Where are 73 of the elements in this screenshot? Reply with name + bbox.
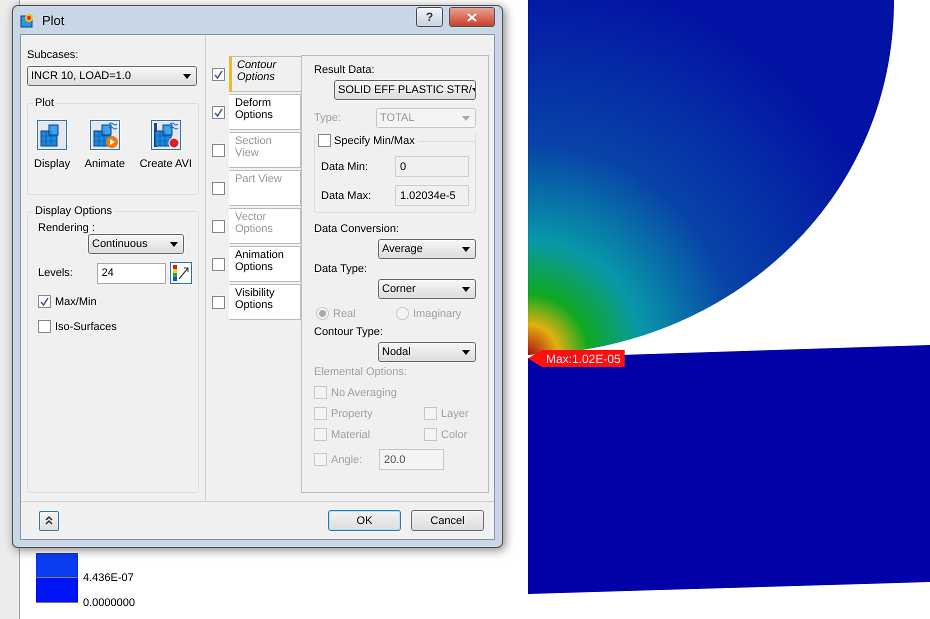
caret-icon [462, 350, 470, 354]
checkbox[interactable] [38, 320, 51, 333]
data-max-label: Data Max: [321, 190, 372, 202]
double-chevron-up-icon [45, 516, 53, 525]
color-scale-icon [172, 264, 190, 282]
levels-label: Levels: [38, 267, 74, 279]
result-data-dropdown[interactable]: SOLID EFF PLASTIC STR/ [334, 80, 476, 100]
checkmark-icon [40, 297, 49, 306]
checkmark-icon [214, 108, 223, 116]
legend-value: 4.436E-07 [83, 572, 134, 584]
window-title: Plot [42, 12, 66, 28]
tab-checkbox[interactable] [212, 296, 225, 308]
checkbox-label: No Averaging [331, 386, 397, 398]
checkmark-icon [214, 70, 223, 78]
plot-action-button[interactable]: Display [34, 120, 70, 170]
caret-icon [170, 242, 178, 246]
rendering-dropdown[interactable]: Continuous [88, 234, 184, 254]
checkbox-label: Specify Min/Max [334, 134, 415, 146]
cube-icon [37, 120, 68, 150]
options-tab[interactable]: Animation Options [229, 246, 301, 282]
checkbox-label: Layer [441, 408, 469, 420]
tab-checkbox[interactable] [212, 258, 225, 270]
plot-action-button[interactable]: Animate [84, 120, 126, 170]
type-label: Type: [314, 112, 341, 124]
checkbox-label: Property [331, 408, 373, 420]
checkbox-label: Material [331, 428, 370, 440]
result-data-label: Result Data: [314, 64, 376, 76]
plot-action-button[interactable]: Create AVI [140, 120, 192, 170]
data-min-field[interactable]: 0 [395, 156, 469, 177]
data-min-label: Data Min: [321, 160, 370, 172]
options-tab[interactable]: Contour Options [229, 56, 301, 92]
data-type-dropdown[interactable]: Corner [378, 279, 476, 299]
elemental-options-label: Elemental Options: [314, 366, 408, 378]
caret-icon [183, 74, 191, 78]
group-title: Plot [33, 97, 56, 109]
checkbox-label: Angle: [331, 454, 364, 466]
subcases-label: Subcases: [27, 49, 80, 61]
tab-checkbox[interactable] [212, 68, 225, 80]
checkbox-label: Color [441, 428, 468, 440]
help-button[interactable]: ? [416, 7, 443, 27]
data-conversion-label: Data Conversion: [314, 223, 400, 235]
data-conversion-dropdown[interactable]: Average [378, 239, 476, 259]
checkbox[interactable] [318, 134, 331, 147]
data-max-field[interactable]: 1.02034e-5 [395, 185, 469, 206]
collapse-button[interactable] [39, 510, 59, 530]
dialog-button[interactable]: Cancel [411, 510, 484, 531]
max-value-tag: Max:1.02E-05 [528, 350, 625, 367]
caret-icon [462, 246, 470, 252]
contour-type-label: Contour Type: [314, 326, 384, 338]
legend-value: 0.0000000 [83, 597, 135, 609]
rendering-label: Rendering : [38, 222, 95, 234]
cube-record-icon [150, 120, 181, 150]
cube-play-icon [90, 120, 120, 150]
subcases-dropdown[interactable]: INCR 10, LOAD=1.0 [27, 66, 197, 86]
caret-icon [462, 116, 470, 120]
radio-label: Real [333, 308, 356, 320]
color-scale-button[interactable] [170, 262, 192, 284]
checkbox[interactable] [38, 295, 51, 308]
options-tab[interactable]: Visibility Options [229, 284, 301, 320]
app-icon [20, 12, 36, 28]
close-button[interactable] [449, 7, 495, 27]
caret-icon [462, 286, 470, 292]
radio-label: Imaginary [413, 308, 462, 320]
dialog-button[interactable]: OK [328, 510, 401, 531]
close-icon [467, 12, 477, 22]
levels-field[interactable]: 24 [96, 262, 166, 284]
checkbox-label: Max/Min [55, 296, 97, 308]
group-title: Display Options [33, 205, 114, 217]
checkbox-label: Iso-Surfaces [55, 320, 117, 332]
data-type-label: Data Type: [314, 263, 368, 275]
options-tab[interactable]: Deform Options [229, 94, 301, 130]
contour-type-dropdown[interactable]: Nodal [378, 342, 476, 362]
tab-checkbox[interactable] [212, 106, 225, 118]
